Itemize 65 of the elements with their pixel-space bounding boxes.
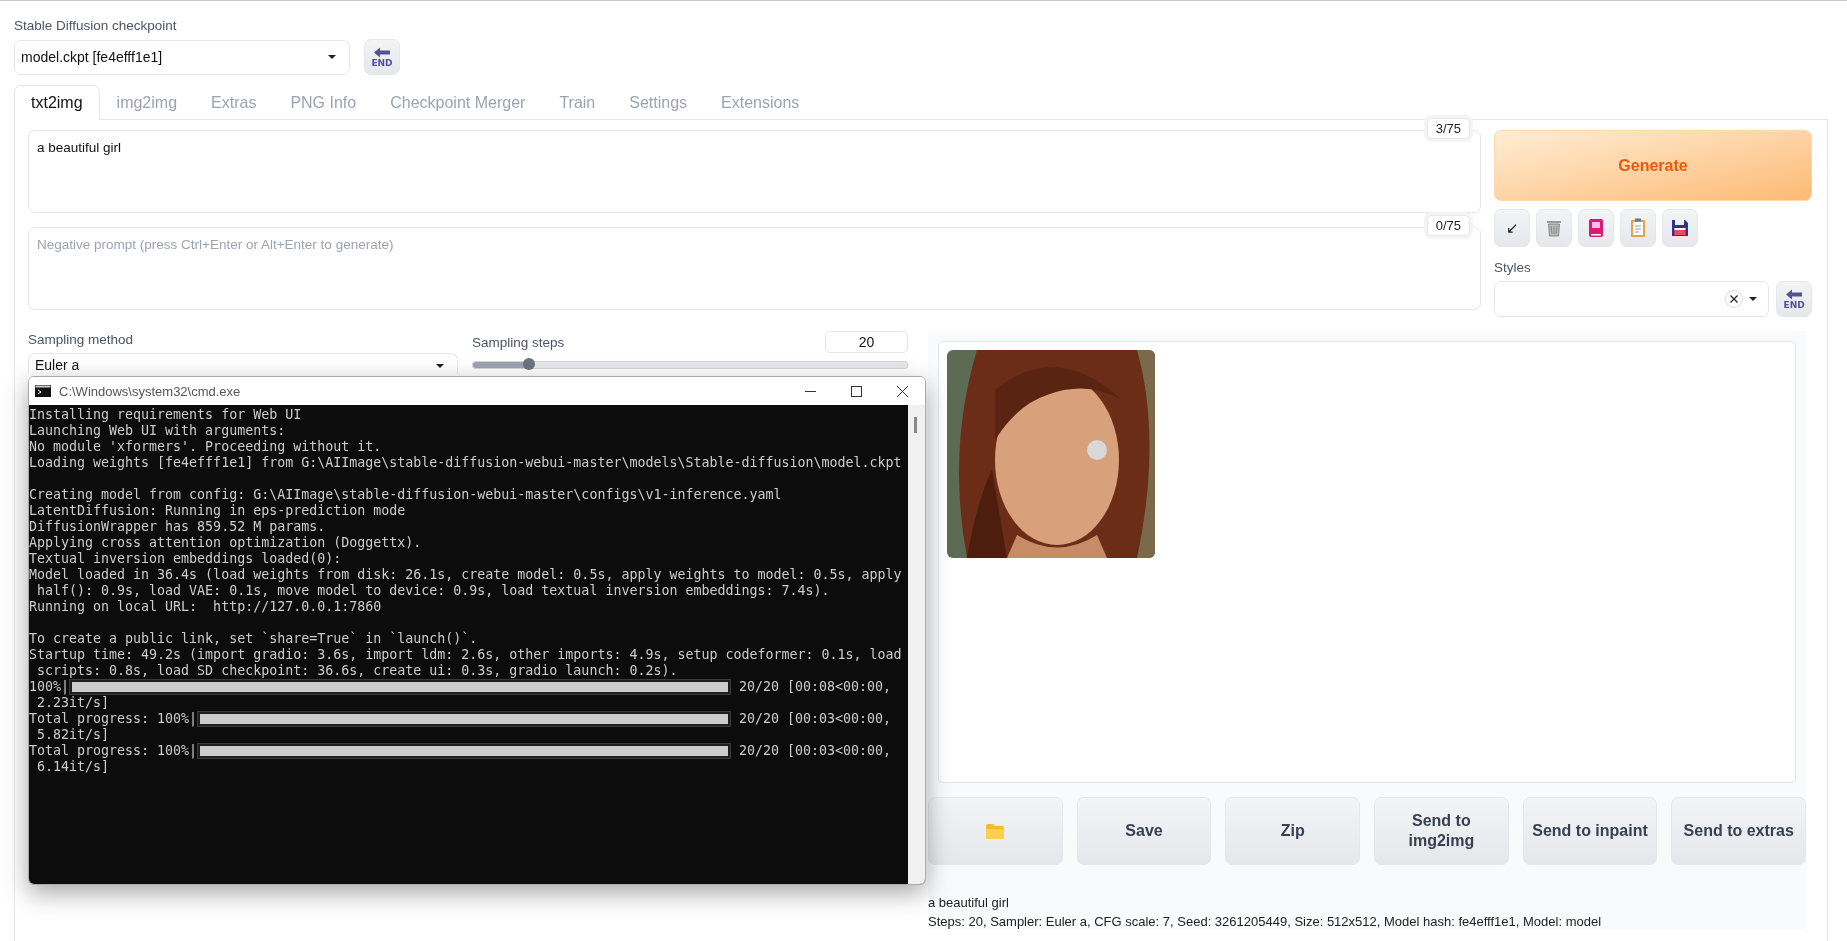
console-line: LatentDiffusion: Running in eps-prediction mode: [29, 503, 407, 519]
clear-button[interactable]: [1536, 209, 1572, 247]
console-text: Total progress: 100%|: [29, 711, 198, 727]
style-apply-button[interactable]: [1620, 209, 1656, 247]
console-text: 20/20 [00:08<00:00,: [737, 679, 891, 695]
field-label: Sampling steps: [472, 334, 565, 350]
console-line: To create a public link, set `share=True` in `launch()`.: [29, 631, 479, 647]
maximize-icon: [850, 385, 862, 397]
terminal-icon: [35, 385, 51, 397]
console-line: Model loaded in 36.4s (load weights from disk: 26.1s, create model: 0.5s, apply weights to model: 0.5s, apply: [29, 567, 903, 583]
apply-button[interactable]: END: [364, 39, 400, 75]
steps-input[interactable]: 20: [825, 331, 908, 353]
action-button[interactable]: Send to extras: [1671, 797, 1807, 865]
slider-thumb[interactable]: [523, 358, 536, 370]
console-line: 5.82it/s]: [36, 727, 111, 743]
paste-button[interactable]: ↙: [1494, 209, 1530, 247]
extra-networks-button[interactable]: [1578, 209, 1614, 247]
steps-slider[interactable]: [472, 361, 908, 369]
generation-info: Steps: 20, Sampler: Euler a, CFG scale: 7, Seed: 3261205449, Size: 512x512, Model hash: fe4efff1e1, Model: model: [928, 914, 1603, 929]
field-label: Styles: [1494, 260, 1531, 275]
close-icon: [896, 385, 908, 397]
console-line: Launching Web UI with arguments:: [29, 423, 287, 439]
tab[interactable]: txt2img: [14, 85, 100, 120]
clipboard-icon: [1630, 218, 1646, 238]
console-text: Total progress: 100%|: [29, 743, 198, 759]
console-line: 6.14it/s]: [36, 759, 111, 775]
token-counter: 3/75: [1426, 118, 1470, 139]
checkpoint-dropdown[interactable]: model.ckpt [fe4efff1e1]: [14, 39, 350, 75]
console-text: 20/20 [00:03<00:00,: [737, 711, 891, 727]
console-text: 20/20 [00:03<00:00,: [737, 743, 891, 759]
console-line: DiffusionWrapper has 859.52 M params.: [29, 519, 327, 535]
console-line: Loading weights [fe4efff1e1] from G:\AIImage\stable-diffusion-webui-master\models\Stable-diffusion\model.ckpt: [29, 455, 903, 471]
scrollbar[interactable]: [908, 405, 925, 884]
action-button[interactable]: Zip: [1225, 797, 1360, 865]
console-line: Installing requirements for Web UI: [29, 407, 303, 423]
clear-icon[interactable]: [1725, 290, 1744, 308]
console-line: No module 'xformers'. Proceeding without it.: [29, 439, 383, 455]
console-line: Textual inversion embeddings loaded(0):: [29, 551, 343, 567]
left-arrow-icon: [1785, 288, 1804, 300]
trash-icon: [1546, 219, 1562, 237]
generation-info: a beautiful girl: [928, 895, 1010, 910]
console-line: Startup time: 49.2s (import gradio: 3.6s, import ldm: 2.6s, other imports: 4.9s, setup codeformer: 0.1s, load: [29, 647, 903, 663]
apply-button[interactable]: END: [1776, 281, 1812, 317]
action-button[interactable]: Send to img2img: [1374, 797, 1509, 865]
field-label: Sampling method: [28, 332, 134, 347]
action-button[interactable]: Save: [1076, 797, 1212, 865]
caret-icon: [435, 363, 445, 369]
console-text: 100%|: [29, 679, 70, 695]
token-counter: 0/75: [1426, 215, 1470, 236]
field-label: Stable Diffusion checkpoint: [14, 18, 177, 33]
window-title: C:\Windows\system32\cmd.exe: [59, 383, 242, 399]
action-button[interactable]: Send to inpaint: [1522, 797, 1658, 865]
console-line: half(): 0.9s, load VAE: 0.1s, move model to device: 0.9s, load textual inversion embeddings: 7.4s).: [36, 583, 831, 599]
caret-icon: [1748, 296, 1759, 302]
book-icon: [1589, 219, 1603, 237]
console-line: 2.23it/s]: [36, 695, 111, 711]
save-style-button[interactable]: [1662, 209, 1698, 247]
console-line: Running on local URL: http://127.0.0.1:7860: [29, 599, 383, 615]
caret-icon: [327, 54, 337, 60]
console-line: Creating model from config: G:\AIImage\stable-diffusion-webui-master\configs\v1-inference.yaml: [29, 487, 783, 503]
console-line: Applying cross attention optimization (Doggettx).: [29, 535, 423, 551]
left-arrow-icon: [373, 46, 391, 58]
console-line: scripts: 0.8s, load SD checkpoint: 36.6s, create ui: 0.3s, gradio launch: 0.2s).: [36, 663, 679, 679]
folder-icon: [986, 823, 1005, 839]
sampler-dropdown[interactable]: Euler a: [28, 353, 458, 374]
